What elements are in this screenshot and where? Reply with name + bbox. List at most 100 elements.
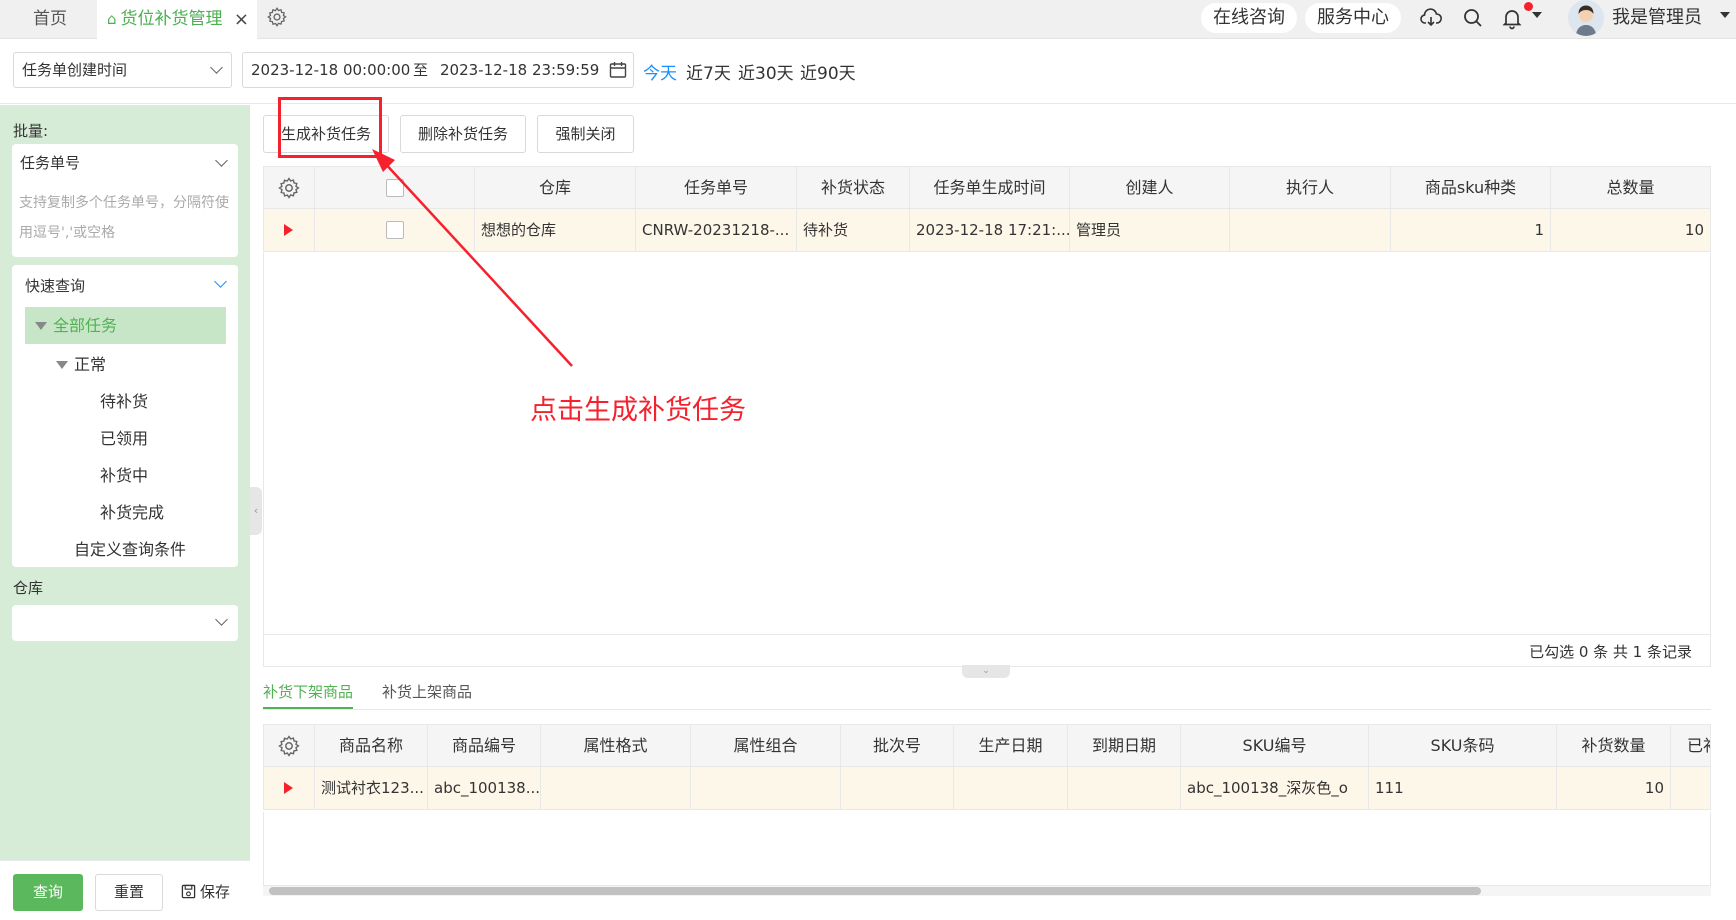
date-start[interactable]: 2023-12-18 00:00:00 [251,53,410,87]
reset-button[interactable]: 重置 [95,874,163,911]
column-header[interactable]: 补货数量 [1557,725,1671,766]
bell-icon[interactable] [1500,6,1524,30]
delete-task-button[interactable]: 删除补货任务 [400,115,526,153]
online-consult-button[interactable]: 在线咨询 [1201,3,1297,33]
column-settings[interactable] [264,167,315,208]
tab-replenishment-label: 货位补货管理 [120,9,223,29]
tree-item-done[interactable]: 补货完成 [100,499,164,523]
avatar[interactable] [1568,0,1604,36]
quick-30-days-link[interactable]: 近30天 [738,59,794,84]
select-all-checkbox[interactable] [385,178,404,197]
collapse-panel-handle[interactable]: ‹ [250,487,262,535]
column-header[interactable]: 商品编号 [428,725,541,766]
search-icon[interactable] [1461,6,1485,30]
column-header[interactable]: 执行人 [1230,167,1391,208]
column-header[interactable]: 批次号 [841,725,954,766]
order-field-select[interactable]: 任务单号 [20,152,80,173]
date-type-select[interactable]: 任务单创建时间 [13,52,232,88]
force-close-button[interactable]: 强制关闭 [537,115,634,153]
column-header[interactable]: 总数量 [1551,167,1710,208]
column-header[interactable]: 商品名称 [315,725,428,766]
top-bar: 首页 ⌂ 货位补货管理 × 在线咨询 服务中心 我是管理员 [0,0,1736,39]
warehouse-select[interactable] [12,605,238,641]
user-menu-caret-icon[interactable] [1720,12,1730,18]
column-settings-gear-icon[interactable] [277,734,301,758]
scrollbar-thumb[interactable] [269,887,1481,895]
column-header[interactable]: 创建人 [1070,167,1230,208]
date-separator: 至 [413,61,429,79]
quick-today-link[interactable]: 今天 [643,59,677,84]
save-button[interactable]: 保存 [181,874,230,911]
cell-replenish-qty: 10 [1557,767,1671,809]
column-header[interactable]: 已补 [1671,725,1710,766]
expand-row-icon[interactable] [284,782,293,794]
column-header[interactable]: 仓库 [475,167,636,208]
split-collapse-handle[interactable]: ⌄ [962,665,1010,678]
tree-item-pending[interactable]: 待补货 [100,388,148,412]
column-header[interactable]: 属性格式 [541,725,691,766]
row-expand[interactable] [264,209,315,251]
cell-executor [1230,209,1391,251]
column-header[interactable]: SKU条码 [1369,725,1557,766]
task-table: 仓库 任务单号 补货状态 任务单生成时间 创建人 执行人 商品sku种类 总数量… [263,166,1711,252]
column-header[interactable]: 到期日期 [1068,725,1181,766]
tab-home[interactable]: 首页 [0,0,100,39]
chevron-down-icon[interactable] [215,154,228,167]
tab-replenish-up[interactable]: 补货上架商品 [382,681,472,709]
expand-icon[interactable] [56,361,68,369]
quick-90-days-link[interactable]: 近90天 [800,59,856,84]
tree-item-normal[interactable]: 正常 [56,351,106,375]
cell-sku-barcode: 111 [1369,767,1557,809]
table-summary: 已勾选 0 条 共 1 条记录 [263,635,1711,667]
column-header[interactable]: 补货状态 [797,167,910,208]
table-row[interactable]: 测试衬衣123... abc_100138... abc_100138_深灰色_… [264,767,1710,810]
task-table-empty-area [263,253,1711,635]
tab-replenish-down[interactable]: 补货下架商品 [263,681,354,709]
cell-creator: 管理员 [1070,209,1230,251]
quick-query-title: 快速查询 [25,277,86,295]
custom-query-link[interactable]: 自定义查询条件 [74,536,186,560]
notification-caret-icon[interactable] [1532,12,1542,18]
tree-item-normal-label: 正常 [74,355,107,374]
row-expand[interactable] [264,767,315,809]
column-header[interactable]: 任务单号 [636,167,797,208]
cell-product-code: abc_100138... [428,767,541,809]
column-header[interactable]: 生产日期 [954,725,1068,766]
date-end[interactable]: 2023-12-18 23:59:59 [440,53,599,87]
tab-settings-gear-icon[interactable] [266,6,288,28]
expand-icon[interactable] [35,322,47,330]
cell-attr-format [541,767,691,809]
chevron-down-icon[interactable] [214,275,227,288]
expand-row-icon[interactable] [284,224,293,236]
cell-total-qty: 10 [1684,221,1704,239]
order-batch-input[interactable]: 支持复制多个任务单号，分隔符使用逗号','或空格 [19,188,239,248]
column-header[interactable]: 商品sku种类 [1391,167,1551,208]
column-settings[interactable] [264,725,315,766]
tab-replenishment[interactable]: ⌂ 货位补货管理 × [97,0,257,39]
column-header[interactable]: SKU编号 [1181,725,1369,766]
query-button[interactable]: 查询 [13,874,83,911]
service-center-button[interactable]: 服务中心 [1305,3,1401,33]
detail-table: 商品名称 商品编号 属性格式 属性组合 批次号 生产日期 到期日期 SKU编号 … [263,724,1711,810]
cloud-download-icon[interactable] [1419,6,1443,30]
quick-7-days-link[interactable]: 近7天 [686,59,731,84]
close-tab-icon[interactable]: × [234,0,249,39]
row-checkbox[interactable] [385,221,404,239]
date-range-picker[interactable]: 2023-12-18 00:00:00 至 2023-12-18 23:59:5… [242,52,634,88]
horizontal-scrollbar[interactable] [263,886,1711,896]
tree-item-in-progress[interactable]: 补货中 [100,462,148,486]
column-header[interactable]: 属性组合 [691,725,841,766]
cell-batch [841,767,954,809]
username[interactable]: 我是管理员 [1612,3,1702,33]
chevron-down-icon [210,61,223,74]
annotation-text: 点击生成补货任务 [530,395,746,426]
column-settings-gear-icon[interactable] [277,176,301,200]
generate-task-button[interactable]: 生成补货任务 [263,115,389,153]
cell-created-at: 2023-12-18 17:21:... [910,209,1070,251]
chevron-down-icon [215,613,228,626]
tree-item-claimed[interactable]: 已领用 [100,425,148,449]
notification-dot [1524,2,1533,11]
tree-item-all[interactable]: 全部任务 [25,307,226,344]
table-row[interactable]: 想想的仓库 CNRW-20231218-... 待补货 2023-12-18 1… [264,209,1710,252]
column-header[interactable]: 任务单生成时间 [910,167,1070,208]
